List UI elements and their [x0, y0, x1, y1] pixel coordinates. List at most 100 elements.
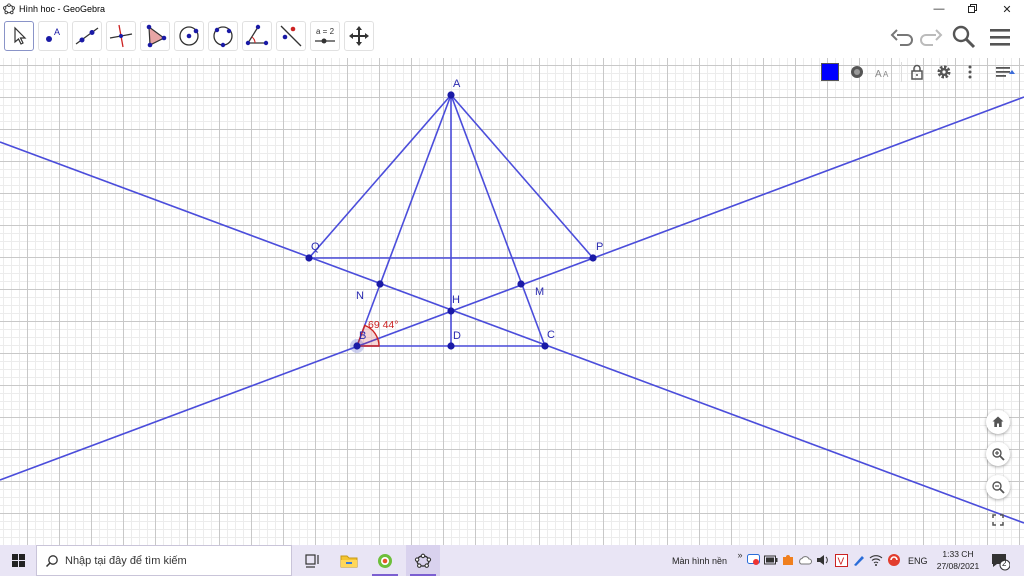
point-style-icon — [851, 66, 863, 78]
more-button[interactable] — [958, 60, 982, 84]
main-menu-button[interactable] — [986, 23, 1014, 51]
windows-logo-icon — [11, 554, 25, 567]
perpendicular-icon — [109, 24, 133, 48]
move-tool[interactable] — [4, 21, 34, 51]
geometry-figure: 69 44° A Q P N M H B D C — [0, 78, 1024, 524]
move-graphics-tool[interactable] — [344, 21, 374, 51]
point-h[interactable] — [447, 307, 455, 315]
zoom-out-icon — [992, 481, 1005, 494]
point-b-label: B — [359, 330, 366, 342]
task-view-button[interactable] — [296, 545, 330, 576]
toolbar-expand-icon[interactable]: » — [733, 548, 747, 562]
file-explorer-button[interactable] — [332, 545, 366, 576]
notification-icon — [992, 554, 1011, 571]
tray-puzzle-icon[interactable] — [781, 553, 795, 567]
tray-cloud-icon[interactable] — [798, 553, 812, 567]
slider-icon: a = 2 — [315, 27, 335, 44]
point-n-label: N — [356, 290, 364, 302]
language-indicator[interactable]: ENG — [908, 545, 928, 576]
lock-button[interactable] — [905, 60, 929, 84]
segment-ap[interactable] — [450, 94, 594, 259]
zoom-in-button[interactable] — [986, 442, 1010, 466]
polygon-tool[interactable] — [140, 21, 170, 51]
app-green-button[interactable] — [368, 545, 402, 576]
tray-chat-icon[interactable] — [746, 553, 760, 567]
system-clock[interactable]: 1:33 CH 27/08/2021 — [930, 548, 986, 572]
restore-button[interactable] — [956, 0, 990, 18]
line-tool[interactable] — [72, 21, 102, 51]
point-a[interactable] — [447, 91, 455, 99]
redo-button[interactable] — [916, 23, 944, 51]
search-icon — [952, 25, 976, 49]
move-cross-icon — [349, 26, 369, 46]
taskbar-search-box[interactable]: Nhập tại đây để tìm kiếm — [36, 545, 292, 576]
text-size-icon: AA — [875, 69, 889, 80]
point-d[interactable] — [447, 342, 455, 350]
line-bm[interactable] — [0, 96, 1024, 481]
angle-tool[interactable] — [242, 21, 272, 51]
search-button[interactable] — [950, 23, 978, 51]
perpendicular-line-tool[interactable] — [106, 21, 136, 51]
arrow-pointer-icon — [14, 26, 27, 45]
restore-icon — [968, 4, 977, 13]
circle-tool[interactable] — [174, 21, 204, 51]
style-bar: AA — [816, 60, 1024, 86]
close-button[interactable]: ✕ — [990, 0, 1024, 18]
window-title: Hình hoc - GeoGebra — [19, 4, 106, 14]
notification-button[interactable]: 2 — [990, 551, 1011, 571]
tray-battery-icon[interactable] — [764, 553, 778, 567]
taskbar-search-placeholder: Nhập tại đây để tìm kiếm — [65, 554, 187, 567]
fullscreen-button[interactable] — [986, 508, 1010, 532]
line-bn[interactable] — [0, 141, 1024, 524]
point-p[interactable] — [589, 254, 597, 262]
circle-three-points-tool[interactable] — [208, 21, 238, 51]
desktop-toolbar-label[interactable]: Màn hình nền — [672, 545, 727, 576]
angle-icon — [245, 24, 269, 46]
fullscreen-icon — [992, 514, 1004, 526]
clock-date: 27/08/2021 — [936, 561, 980, 571]
point-p-label: P — [596, 241, 603, 253]
point-icon: A — [46, 27, 60, 42]
text-size-button[interactable]: AA — [872, 60, 896, 84]
color-button[interactable] — [818, 60, 842, 84]
segment-ab[interactable] — [356, 94, 452, 347]
reflect-line-icon — [280, 25, 302, 47]
tray-red-app-icon[interactable] — [887, 553, 901, 567]
toggle-stylebar-button[interactable] — [994, 60, 1018, 84]
circle-three-points-icon — [213, 26, 233, 48]
point-style-button[interactable] — [845, 60, 869, 84]
point-m-label: M — [535, 286, 544, 298]
segment-aq[interactable] — [308, 94, 452, 259]
point-q[interactable] — [305, 254, 313, 262]
zoom-in-icon — [992, 448, 1005, 461]
geogebra-taskbar-button[interactable] — [406, 545, 440, 576]
wifi-icon[interactable] — [869, 553, 883, 567]
point-b[interactable] — [353, 342, 361, 350]
start-button[interactable] — [0, 545, 36, 576]
zoom-out-button[interactable] — [986, 475, 1010, 499]
graphics-view[interactable]: 69 44° A Q P N M H B D C — [0, 58, 1024, 545]
segment-ac[interactable] — [450, 94, 546, 347]
slider-tool[interactable]: a = 2 — [310, 21, 340, 51]
folder-icon — [340, 555, 358, 567]
svg-text:A: A — [875, 69, 882, 80]
undo-button[interactable] — [889, 23, 917, 51]
point-a-label: A — [453, 78, 461, 90]
minimize-button[interactable]: — — [922, 0, 956, 18]
point-n[interactable] — [376, 280, 384, 288]
tray-unikey-icon[interactable]: V — [834, 553, 848, 567]
point-q-label: Q — [311, 241, 320, 253]
volume-icon[interactable] — [816, 553, 830, 567]
home-button[interactable] — [986, 410, 1010, 434]
tray-pen-icon[interactable] — [851, 553, 865, 567]
point-c[interactable] — [541, 342, 549, 350]
geogebra-logo-icon — [3, 3, 15, 15]
reflect-tool[interactable] — [276, 21, 306, 51]
settings-button[interactable] — [932, 60, 956, 84]
lock-icon — [911, 64, 923, 80]
close-icon: ✕ — [1002, 3, 1012, 16]
geogebra-window: Hình hoc - GeoGebra — ✕ A a = 2 69 44° A… — [0, 0, 1024, 576]
point-tool[interactable]: A — [38, 21, 68, 51]
slider-tool-label: a = 2 — [316, 27, 335, 36]
point-m[interactable] — [517, 280, 525, 288]
